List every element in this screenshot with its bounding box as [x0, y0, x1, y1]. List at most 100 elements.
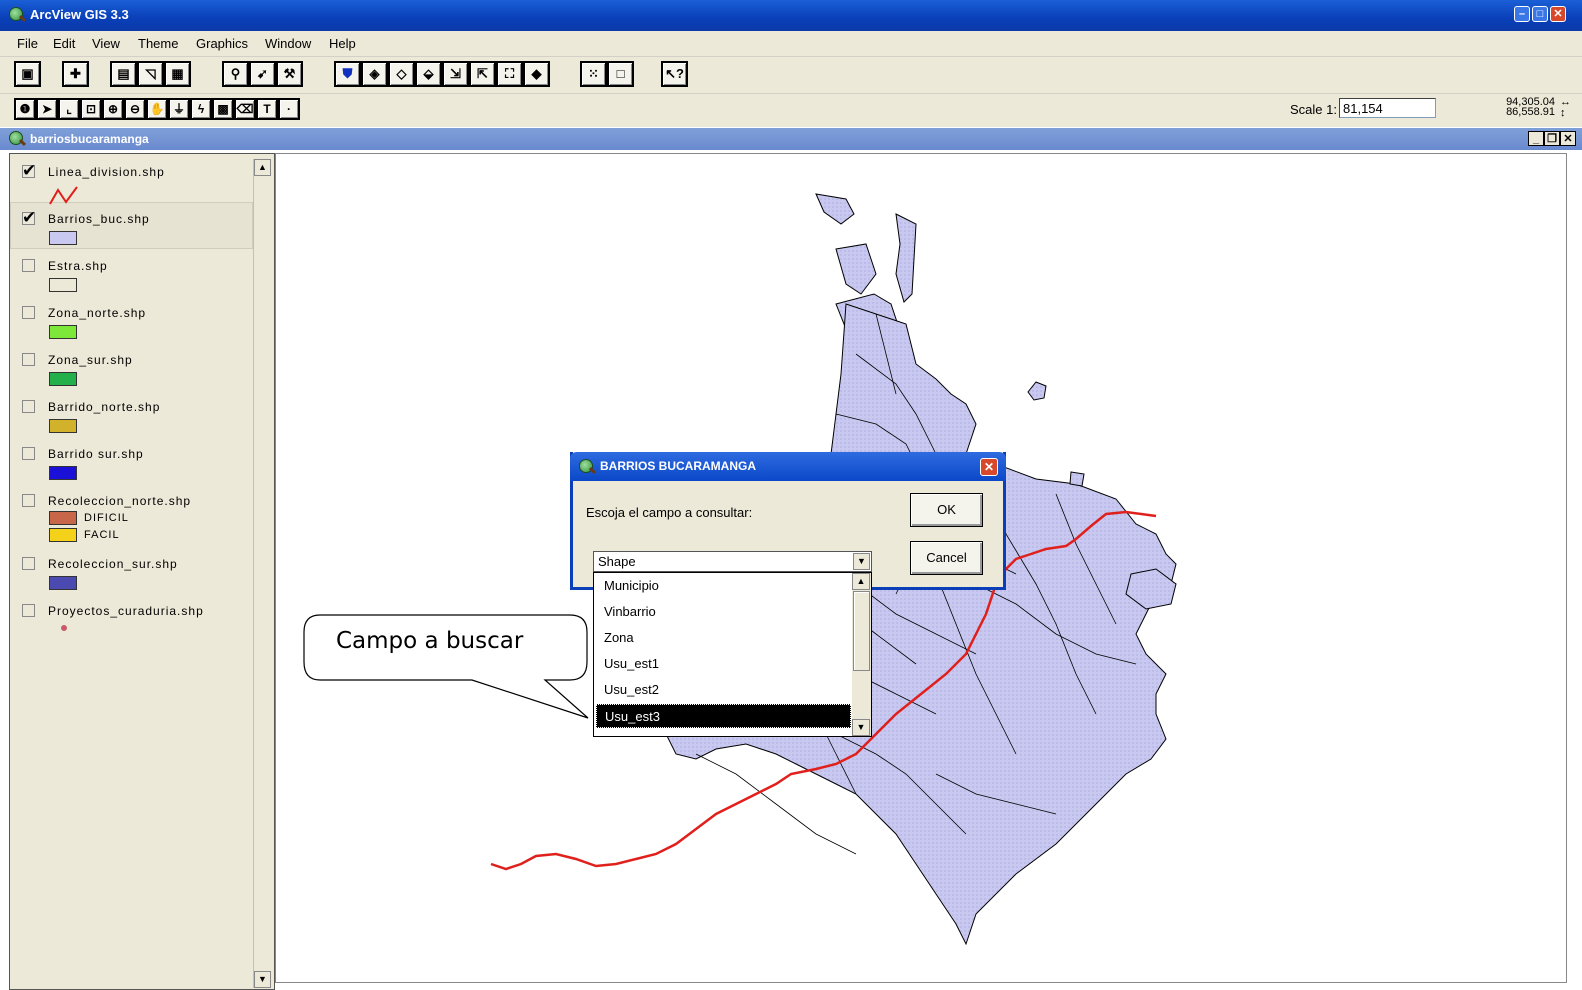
layer-visibility-checkbox[interactable]: [22, 400, 35, 413]
point-symbol-icon: [61, 625, 67, 631]
button-bar: ▣ ✚ ▤ ◹ ▦ ⚲ ➹ ⚒ ⛊ ◈ ◇ ⬙ ⇲ ⇱ ⛶ ◆ ⁙ □ ↖?: [0, 57, 1582, 94]
zoom-in-tool-icon[interactable]: ⊕: [102, 98, 124, 120]
field-select[interactable]: Shape ▼: [593, 551, 872, 572]
fill-swatch: [49, 231, 77, 245]
text-tool-icon[interactable]: T: [256, 98, 278, 120]
dialog-close-button[interactable]: ✕: [980, 458, 998, 476]
layer-item[interactable]: Proyectos_curaduria.shp: [9, 600, 253, 646]
zoom-in-icon[interactable]: ⇲: [442, 61, 469, 87]
hotlink-icon[interactable]: ϟ: [190, 98, 212, 120]
save-project-icon[interactable]: ▣: [14, 61, 41, 87]
edit-legend-icon[interactable]: ◹: [137, 61, 164, 87]
layer-item[interactable]: Barrios_buc.shp: [9, 208, 253, 254]
menu-edit[interactable]: Edit: [53, 36, 75, 51]
barrios-polygon: [1069, 471, 1085, 487]
layer-visibility-checkbox[interactable]: [22, 306, 35, 319]
query-builder-icon[interactable]: ⚒: [276, 61, 303, 87]
vertex-edit-icon[interactable]: ⌞: [58, 98, 80, 120]
pan-icon[interactable]: ✋: [146, 98, 168, 120]
barrios-polygon: [1027, 381, 1047, 401]
layer-visibility-checkbox[interactable]: [22, 447, 35, 460]
theme-properties-icon[interactable]: ▤: [110, 61, 137, 87]
pointer-icon[interactable]: ➤: [36, 98, 58, 120]
close-button[interactable]: ✕: [1550, 6, 1566, 22]
app-titlebar[interactable]: ArcView GIS 3.3 – □ ✕: [0, 0, 1582, 31]
cancel-button[interactable]: Cancel: [910, 541, 983, 575]
view-restore-button[interactable]: ❐: [1544, 131, 1560, 146]
scale-label: Scale 1:: [1290, 102, 1337, 117]
scroll-down-icon[interactable]: ▼: [852, 719, 870, 736]
layer-visibility-checkbox[interactable]: [22, 208, 36, 228]
zoom-full-extent-icon[interactable]: ◈: [361, 61, 388, 87]
layer-visibility-checkbox[interactable]: [22, 557, 35, 570]
switch-selection-icon[interactable]: □: [607, 61, 634, 87]
layer-visibility-checkbox[interactable]: [22, 353, 35, 366]
layer-visibility-checkbox[interactable]: [22, 494, 35, 507]
help-pointer-icon[interactable]: ↖?: [661, 61, 688, 87]
menu-graphics[interactable]: Graphics: [196, 36, 248, 51]
label-icon[interactable]: ⌫: [234, 98, 256, 120]
layer-visibility-checkbox[interactable]: [22, 604, 35, 617]
layer-visibility-checkbox[interactable]: [22, 259, 35, 272]
scroll-down-icon[interactable]: ▼: [254, 971, 271, 988]
zoom-previous-icon[interactable]: ⛶: [496, 61, 523, 87]
layer-item[interactable]: Zona_sur.shp: [9, 349, 253, 395]
open-table-icon[interactable]: ▦: [164, 61, 191, 87]
field-option[interactable]: Usu_est1: [596, 652, 851, 676]
clear-selection-icon[interactable]: ⁙: [580, 61, 607, 87]
layer-item[interactable]: Estra.shp: [9, 255, 253, 301]
field-option-selected[interactable]: Usu_est3: [596, 704, 851, 728]
menu-window[interactable]: Window: [265, 36, 311, 51]
layer-item[interactable]: Recoleccion_norte.shp DIFICIL FACIL: [9, 490, 253, 552]
toc-scrollbar[interactable]: ▲ ▼: [253, 159, 271, 988]
view-titlebar[interactable]: barriosbucaramanga _ ❐ ✕: [0, 128, 1582, 150]
dropdown-scrollbar[interactable]: ▲ ▼: [852, 573, 871, 736]
scale-input[interactable]: 81,154: [1339, 98, 1436, 118]
menu-file[interactable]: File: [17, 36, 38, 51]
menu-theme[interactable]: Theme: [138, 36, 178, 51]
add-theme-icon[interactable]: ✚: [62, 61, 89, 87]
fill-swatch: [49, 576, 77, 590]
coordinate-arrows-icon: ↔ ↕: [1560, 96, 1571, 119]
dialog-titlebar[interactable]: BARRIOS BUCARAMANGA ✕: [570, 452, 1006, 481]
scroll-up-icon[interactable]: ▲: [852, 573, 870, 590]
ok-button[interactable]: OK: [910, 493, 983, 527]
layer-visibility-checkbox[interactable]: [22, 161, 36, 181]
area-select-icon[interactable]: ▩: [212, 98, 234, 120]
scroll-up-icon[interactable]: ▲: [254, 159, 271, 176]
locate-address-icon[interactable]: ➹: [249, 61, 276, 87]
menu-help[interactable]: Help: [329, 36, 356, 51]
dialog-prompt: Escoja el campo a consultar:: [586, 505, 753, 520]
menu-view[interactable]: View: [92, 36, 120, 51]
zoom-selected-icon[interactable]: ⬙: [415, 61, 442, 87]
minimize-button[interactable]: –: [1514, 6, 1530, 22]
menu-bar: File Edit View Theme Graphics Window Hel…: [0, 31, 1582, 57]
chevron-down-icon[interactable]: ▼: [853, 553, 870, 570]
fill-swatch: [49, 511, 77, 525]
layer-item[interactable]: Zona_norte.shp: [9, 302, 253, 348]
select-feature-icon[interactable]: ⊡: [80, 98, 102, 120]
field-option[interactable]: Vinbarrio: [596, 600, 851, 624]
measure-icon[interactable]: ⏚: [168, 98, 190, 120]
layer-item[interactable]: Barrido sur.shp: [9, 443, 253, 489]
zoom-out-tool-icon[interactable]: ⊖: [124, 98, 146, 120]
field-select-value: Shape: [598, 554, 636, 569]
view-minimize-button[interactable]: _: [1528, 131, 1544, 146]
identify-icon[interactable]: ❶: [14, 98, 36, 120]
field-option[interactable]: Usu_est2: [596, 678, 851, 702]
field-option[interactable]: Zona: [596, 626, 851, 650]
scroll-thumb[interactable]: [853, 591, 870, 671]
view-close-button[interactable]: ✕: [1560, 131, 1576, 146]
field-option[interactable]: Municipio: [596, 574, 851, 598]
shield-icon[interactable]: ⛊: [334, 61, 361, 87]
draw-point-icon[interactable]: ·: [278, 98, 300, 120]
dialog-title: BARRIOS BUCARAMANGA: [600, 459, 756, 473]
layer-item[interactable]: Barrido_norte.shp: [9, 396, 253, 442]
zoom-active-themes-icon[interactable]: ◇: [388, 61, 415, 87]
layer-item[interactable]: Linea_division.shp: [9, 161, 253, 207]
layer-item[interactable]: Recoleccion_sur.shp: [9, 553, 253, 599]
select-features-icon[interactable]: ◆: [523, 61, 550, 87]
zoom-out-icon[interactable]: ⇱: [469, 61, 496, 87]
maximize-button[interactable]: □: [1532, 6, 1548, 22]
find-icon[interactable]: ⚲: [222, 61, 249, 87]
